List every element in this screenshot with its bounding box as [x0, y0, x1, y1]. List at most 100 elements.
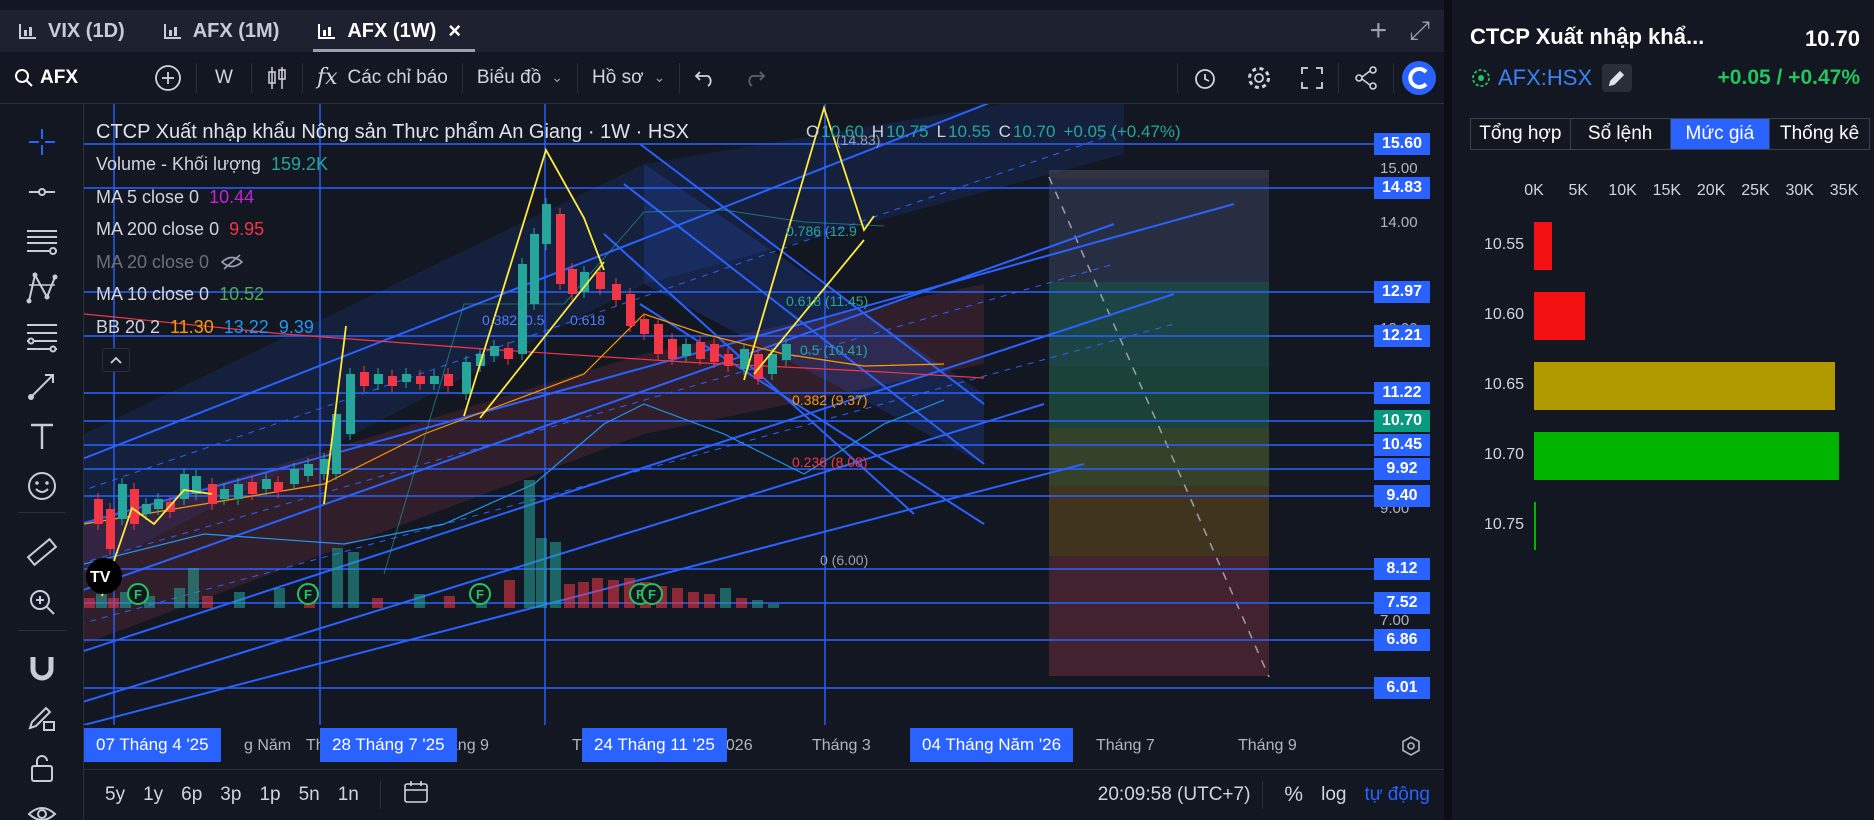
range-3m[interactable]: 3p: [211, 784, 250, 806]
brush-tool[interactable]: [22, 366, 62, 406]
indicator-name: MA 5 close 0: [96, 186, 200, 207]
ohlc-readout: O 10.60 H 10.75 L 10.55 C 10.70 +0.05 (+0.47…: [806, 116, 1183, 148]
fib-level-label: 0.786 (12.9: [786, 223, 857, 239]
price-level-tag: 7.52: [1374, 592, 1430, 614]
range-1y[interactable]: 1y: [134, 784, 172, 806]
profile-dropdown[interactable]: Hồ sơ ⌄: [578, 52, 679, 104]
market-status-icon: [1472, 69, 1490, 87]
plus-circle-icon: [155, 64, 181, 91]
candle-body: [166, 502, 175, 512]
pattern-tool[interactable]: [22, 268, 62, 308]
ticker-label[interactable]: AFX:HSX: [1498, 65, 1592, 91]
legend-volume[interactable]: Volume - Khối lượng 159.2K: [96, 149, 689, 182]
candle-body: [220, 489, 229, 499]
alert-button[interactable]: [1178, 52, 1232, 104]
volume-axis-tick: 5K: [1568, 182, 1589, 199]
candle-body: [248, 482, 257, 494]
date-range-button[interactable]: [393, 780, 439, 810]
close-icon[interactable]: ×: [448, 18, 461, 44]
auto-scale-button[interactable]: tự động: [1355, 784, 1444, 806]
text-tool[interactable]: [22, 416, 62, 456]
compare-symbol-button[interactable]: [140, 52, 196, 104]
settings-button[interactable]: [1232, 52, 1286, 104]
chart-type-label: Biểu đồ: [476, 66, 542, 88]
chevron-down-icon: ⌄: [551, 69, 564, 85]
app-window: VIX (1D) AFX (1M) AFX (1W) × + ⤢ AFX W f…: [0, 0, 1874, 820]
collapse-legend-icon[interactable]: [102, 347, 130, 372]
volume-bar: [504, 580, 515, 608]
tab-vix-1d[interactable]: VIX (1D): [14, 10, 139, 52]
clock-readout[interactable]: 20:09:58 (UTC+7): [1098, 784, 1251, 806]
range-5d[interactable]: 5n: [290, 784, 329, 806]
event-marker-label: F: [648, 587, 656, 602]
legend-ma10[interactable]: MA 10 close 0 10.52: [96, 279, 689, 312]
time-axis[interactable]: g Năm Th háng 9 Th 2026 Tháng 3 Tháng 7 …: [84, 725, 1444, 769]
volume-bar: [536, 538, 547, 608]
undo-button[interactable]: [680, 52, 730, 104]
pencil-lock-icon: [28, 706, 55, 731]
add-tab-icon[interactable]: +: [1370, 14, 1388, 48]
volume-bar: [768, 604, 779, 608]
ohlc-high: 10.75: [886, 122, 929, 141]
time-label: Tháng 9: [1238, 737, 1297, 754]
redo-button[interactable]: [730, 52, 780, 104]
alert-clock-icon: [1195, 68, 1215, 89]
visibility-tool[interactable]: [22, 794, 62, 820]
candle-body: [118, 484, 127, 519]
price-level-tag: 15.60: [1374, 133, 1430, 155]
percent-scale-button[interactable]: %: [1275, 783, 1312, 807]
price-level-tag: 6.01: [1374, 677, 1430, 699]
draw-mode-tool[interactable]: [22, 698, 62, 738]
legend-ma20[interactable]: MA 20 close 0: [96, 246, 689, 279]
brand-logo-icon[interactable]: [1402, 60, 1436, 95]
tab-price-levels[interactable]: Mức giá: [1670, 119, 1771, 149]
lines-tool[interactable]: [22, 220, 62, 260]
volume-bar: [188, 568, 199, 608]
price-axis-tick: 15.00: [1380, 160, 1418, 177]
indicator-value: 11.30: [170, 316, 214, 337]
chart-type-dropdown[interactable]: Biểu đồ ⌄: [463, 52, 577, 104]
tab-afx-1w[interactable]: AFX (1W) ×: [313, 10, 475, 52]
candle-body: [346, 374, 355, 434]
tab-summary[interactable]: Tổng hợp: [1471, 119, 1571, 149]
volume-axis-tick: 25K: [1741, 182, 1770, 199]
zoom-tool[interactable]: [22, 582, 62, 622]
fibonacci-icon: [27, 324, 57, 353]
tab-afx-1m[interactable]: AFX (1M): [159, 10, 294, 52]
tab-statistics[interactable]: Thống kê: [1770, 119, 1869, 149]
ruler-icon: [26, 537, 58, 567]
eye-off-icon[interactable]: [221, 253, 244, 271]
fullscreen-button[interactable]: [1286, 52, 1338, 104]
chart-style-button[interactable]: [252, 52, 302, 104]
volume-bar: [234, 592, 245, 608]
candle-body: [430, 376, 439, 384]
range-6m[interactable]: 6p: [172, 784, 211, 806]
symbol-search[interactable]: AFX: [0, 52, 140, 104]
edit-icon[interactable]: [1602, 64, 1633, 92]
range-1m[interactable]: 1p: [250, 784, 289, 806]
expand-icon[interactable]: ⤢: [1409, 15, 1430, 47]
interval-button[interactable]: W: [197, 52, 251, 104]
legend-ma200[interactable]: MA 200 close 0 9.95: [96, 214, 689, 247]
panel-tabs: Tổng hợp Sổ lệnh Mức giá Thống kê: [1470, 118, 1870, 150]
volume-bar: [174, 588, 185, 608]
range-1d[interactable]: 1n: [329, 784, 368, 806]
chart-tab-icon: [163, 24, 181, 39]
share-button[interactable]: [1339, 52, 1393, 104]
tab-order-book[interactable]: Sổ lệnh: [1571, 119, 1671, 149]
indicators-button[interactable]: fx Các chỉ báo: [303, 52, 462, 104]
axis-settings-icon[interactable]: [1400, 735, 1422, 762]
lock-tool[interactable]: [22, 748, 62, 788]
range-5y[interactable]: 5y: [96, 784, 134, 806]
emoji-tool[interactable]: [22, 466, 62, 506]
horizontal-line-tool[interactable]: [22, 172, 62, 212]
legend-ma5[interactable]: MA 5 close 0 10.44: [96, 181, 689, 214]
magnet-tool[interactable]: [22, 648, 62, 688]
ruler-tool[interactable]: [22, 532, 62, 572]
fib-level-label: 0.618 (11.45): [786, 293, 868, 309]
crosshair-tool[interactable]: [22, 122, 62, 162]
log-scale-button[interactable]: log: [1312, 784, 1355, 806]
fib-tool[interactable]: [22, 316, 62, 356]
legend-bb[interactable]: BB 20 2 11.30 13.22 9.39: [96, 311, 689, 344]
zoom-in-icon: [30, 590, 55, 615]
